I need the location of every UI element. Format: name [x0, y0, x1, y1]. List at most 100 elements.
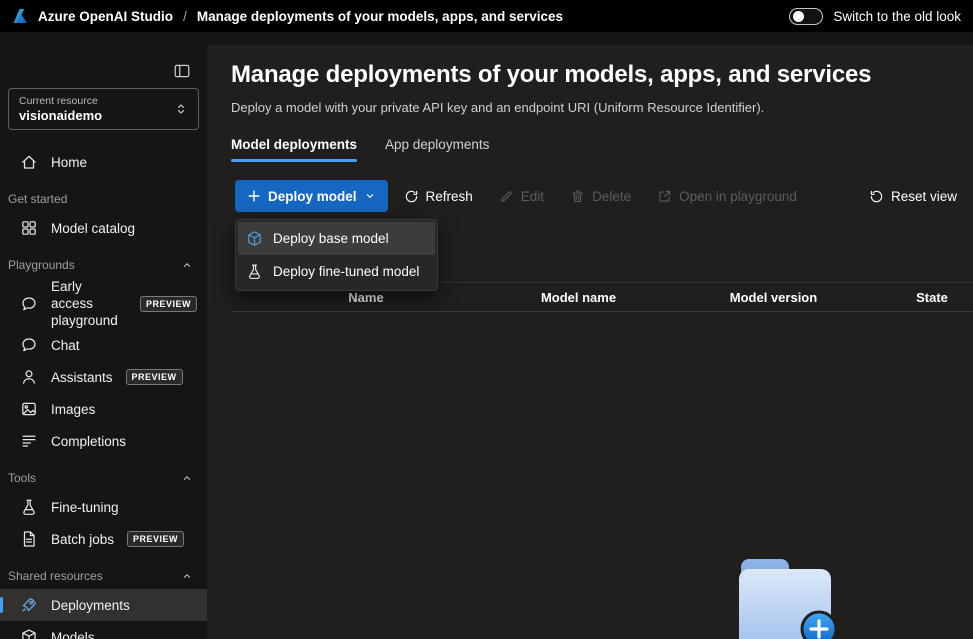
- section-label: Playgrounds: [8, 258, 75, 272]
- chevron-up-icon: [181, 259, 193, 271]
- cube-icon: [246, 230, 263, 247]
- resource-value: visionaidemo: [19, 107, 103, 123]
- assistants-icon: [20, 368, 38, 386]
- cube-icon: [20, 628, 38, 639]
- document-icon: [20, 530, 38, 548]
- images-icon: [20, 400, 38, 418]
- menu-item-label: Deploy fine-tuned model: [273, 264, 420, 279]
- menu-item-deploy-fine-tuned-model[interactable]: Deploy fine-tuned model: [238, 255, 435, 288]
- sidebar-item-label: Assistants: [51, 369, 113, 385]
- topbar-right: Switch to the old look: [789, 7, 961, 25]
- menu-item-label: Deploy base model: [273, 231, 389, 246]
- old-look-toggle[interactable]: [789, 7, 824, 25]
- sidebar-item-label: Completions: [51, 433, 127, 449]
- sidebar-item-chat[interactable]: Chat: [0, 329, 207, 361]
- reset-icon: [869, 189, 884, 204]
- beaker-icon: [20, 498, 38, 516]
- sidebar-item-batch-jobs[interactable]: Batch jobs PREVIEW: [0, 523, 207, 555]
- chevron-down-icon: [364, 190, 376, 202]
- beaker-icon: [246, 263, 263, 280]
- chevron-up-icon: [181, 472, 193, 484]
- deploy-menu: Deploy base model Deploy fine-tuned mode…: [235, 219, 438, 291]
- toolbar-wrap: Deploy model Refresh Edit Delete Open in…: [231, 180, 973, 291]
- sidebar-item-fine-tuning[interactable]: Fine-tuning: [0, 491, 207, 523]
- refresh-button[interactable]: Refresh: [394, 180, 483, 212]
- column-header-model-name[interactable]: Model name: [501, 290, 656, 305]
- sidebar-item-images[interactable]: Images: [0, 393, 207, 425]
- old-look-toggle-label: Switch to the old look: [833, 8, 961, 24]
- resource-selector[interactable]: Current resource visionaidemo: [8, 88, 199, 130]
- menu-item-deploy-base-model[interactable]: Deploy base model: [238, 222, 435, 255]
- sidebar-item-home[interactable]: Home: [0, 146, 207, 178]
- breadcrumb: Manage deployments of your models, apps,…: [196, 8, 563, 24]
- section-label: Shared resources: [8, 569, 103, 583]
- page-title: Manage deployments of your models, apps,…: [231, 61, 872, 88]
- delete-label: Delete: [592, 188, 632, 204]
- column-header-model-version[interactable]: Model version: [656, 290, 891, 305]
- sidebar-collapse-icon[interactable]: [173, 62, 191, 80]
- sidebar-section-playgrounds[interactable]: Playgrounds: [0, 244, 207, 278]
- sidebar-item-label: Models: [51, 629, 95, 639]
- edit-button[interactable]: Edit: [489, 180, 554, 212]
- delete-button[interactable]: Delete: [560, 180, 641, 212]
- chat-icon: [20, 336, 38, 354]
- trash-icon: [570, 189, 585, 204]
- open-in-playground-button[interactable]: Open in playground: [647, 180, 807, 212]
- deploy-model-label: Deploy model: [268, 188, 357, 204]
- sidebar-item-label: Home: [51, 154, 88, 170]
- plus-icon: [247, 189, 261, 203]
- open-icon: [657, 189, 672, 204]
- resource-text: Current resource visionaidemo: [19, 95, 174, 124]
- breadcrumb-separator: /: [183, 8, 187, 24]
- sidebar: Current resource visionaidemo Home Get s…: [0, 32, 207, 639]
- model-catalog-icon: [20, 219, 38, 237]
- preview-badge: PREVIEW: [125, 369, 183, 385]
- app-title[interactable]: Azure OpenAI Studio: [38, 9, 173, 24]
- main-content: Manage deployments of your models, apps,…: [207, 45, 973, 639]
- column-header-name[interactable]: Name: [231, 290, 501, 305]
- deploy-model-button[interactable]: Deploy model: [235, 180, 388, 212]
- sidebar-item-assistants[interactable]: Assistants PREVIEW: [0, 361, 207, 393]
- tab-model-deployments[interactable]: Model deployments: [231, 137, 358, 162]
- sidebar-item-label: Model catalog: [51, 220, 136, 236]
- sidebar-item-label: Chat: [51, 337, 80, 353]
- topbar: Azure OpenAI Studio / Manage deployments…: [0, 0, 973, 32]
- edit-icon: [499, 189, 514, 204]
- sidebar-item-early-access-playground[interactable]: Early access playground PREVIEW: [0, 278, 207, 329]
- sidebar-section-shared-resources[interactable]: Shared resources: [0, 555, 207, 589]
- chevron-up-down-icon: [174, 102, 188, 116]
- preview-badge: PREVIEW: [139, 295, 197, 312]
- column-header-state[interactable]: State: [891, 290, 973, 305]
- preview-badge: PREVIEW: [127, 531, 185, 547]
- chat-sparkle-icon: [20, 295, 38, 313]
- sidebar-collapse-row: [0, 32, 207, 88]
- sidebar-item-model-catalog[interactable]: Model catalog: [0, 212, 207, 244]
- page-subtitle: Deploy a model with your private API key…: [231, 100, 765, 115]
- edit-label: Edit: [520, 188, 545, 204]
- sidebar-item-deployments[interactable]: Deployments: [0, 589, 207, 621]
- sidebar-section-tools[interactable]: Tools: [0, 457, 207, 491]
- refresh-icon: [404, 189, 419, 204]
- resource-label: Current resource: [19, 94, 98, 107]
- tabs: Model deployments App deployments: [231, 137, 973, 162]
- section-label: Get started: [8, 192, 68, 206]
- toggle-knob: [793, 10, 805, 22]
- sidebar-item-label: Deployments: [51, 597, 130, 613]
- sidebar-item-label: Batch jobs: [51, 531, 115, 547]
- sidebar-item-models[interactable]: Models: [0, 621, 207, 639]
- reset-view-button[interactable]: Reset view: [859, 180, 967, 212]
- empty-state-folder-icon: [727, 557, 847, 639]
- open-in-playground-label: Open in playground: [679, 188, 797, 204]
- tab-app-deployments[interactable]: App deployments: [385, 137, 489, 162]
- section-label: Tools: [8, 471, 37, 485]
- completions-icon: [20, 432, 38, 450]
- chevron-up-icon: [181, 570, 193, 582]
- toolbar: Deploy model Refresh Edit Delete Open in…: [231, 180, 973, 212]
- azure-logo-icon: [12, 8, 28, 24]
- sidebar-item-label: Early access playground: [51, 279, 118, 328]
- sidebar-item-completions[interactable]: Completions: [0, 425, 207, 457]
- home-icon: [20, 153, 38, 171]
- refresh-label: Refresh: [425, 188, 473, 204]
- sidebar-item-label: Images: [51, 401, 96, 417]
- azure-openai-studio-app: { "colors": { "accent": "#479ef5", "prim…: [0, 0, 973, 639]
